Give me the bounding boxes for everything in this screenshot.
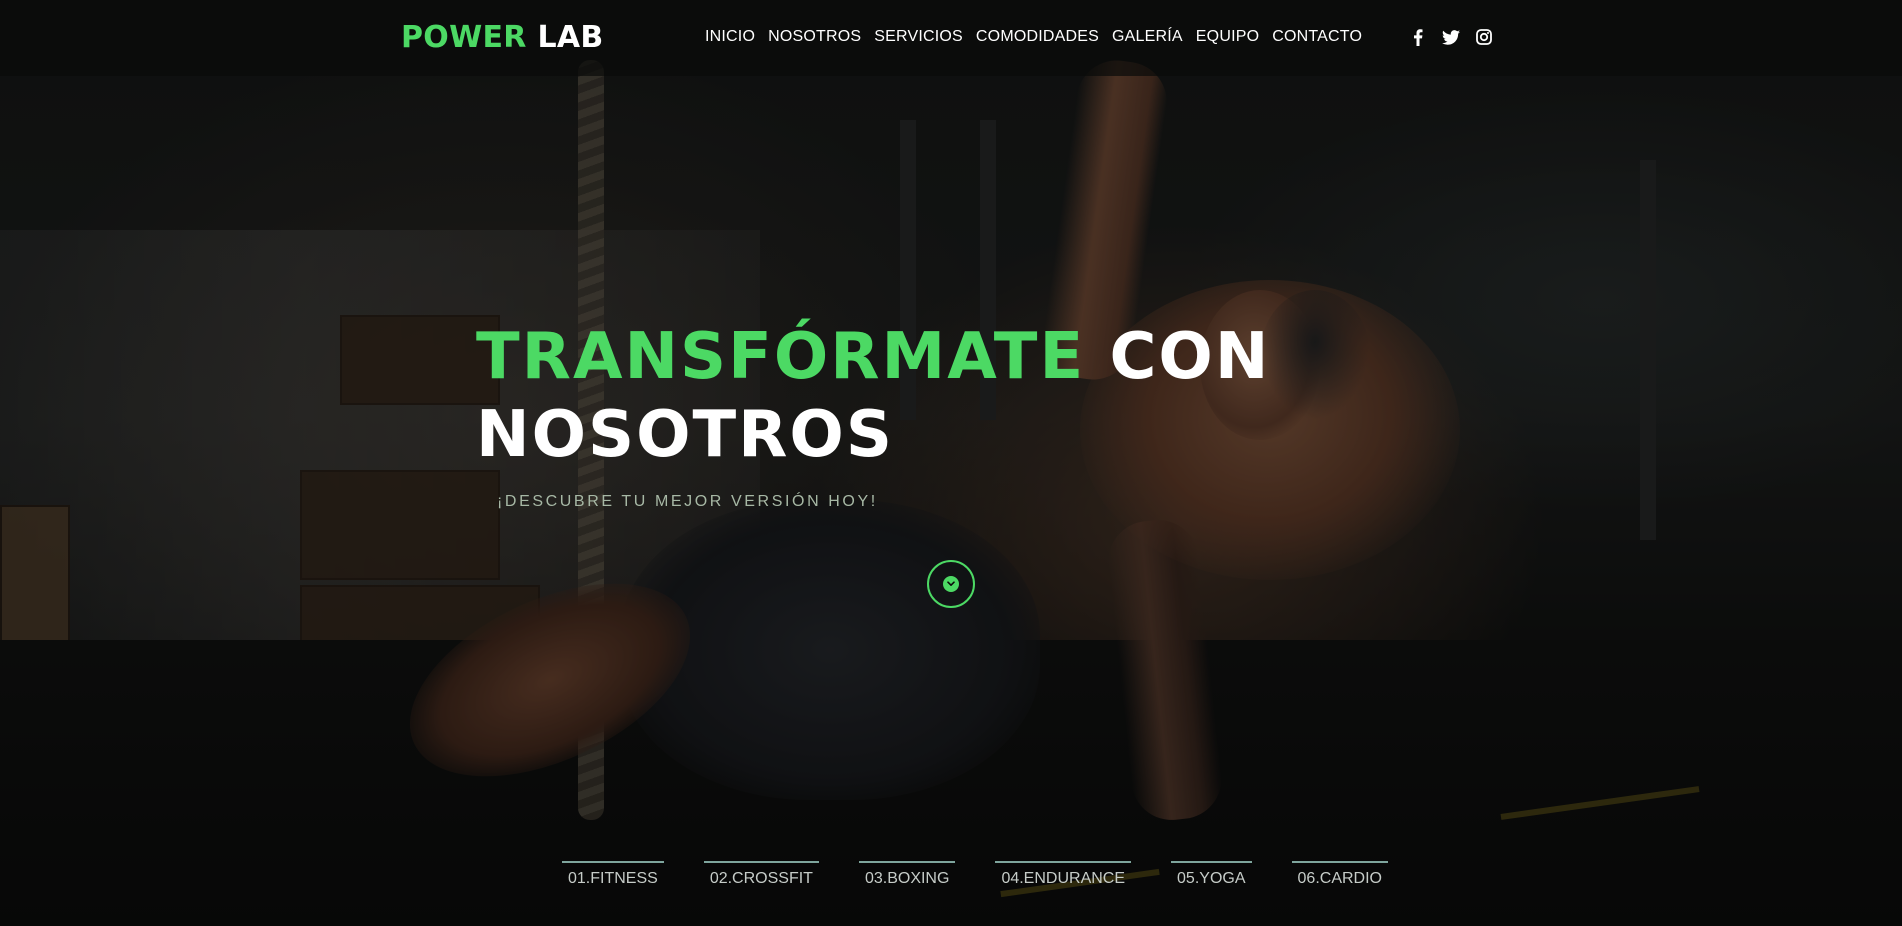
scroll-down-button[interactable]	[927, 560, 975, 608]
twitter-icon[interactable]	[1442, 27, 1460, 47]
nav-item-galeria[interactable]: GALERÍA	[1112, 28, 1183, 46]
nav-item-comodidades[interactable]: COMODIDADES	[976, 28, 1099, 46]
nav-item-equipo[interactable]: EQUIPO	[1196, 28, 1259, 46]
nav-item-inicio[interactable]: INICIO	[705, 28, 755, 46]
headline-con: CON	[1109, 320, 1271, 394]
instagram-icon[interactable]	[1475, 27, 1493, 47]
hero-subtitle: ¡DESCUBRE TU MEJOR VERSIÓN HOY!	[497, 493, 878, 510]
tab-endurance[interactable]: 04.ENDURANCE	[995, 861, 1132, 888]
brand-logo[interactable]: POWER LAB	[401, 20, 604, 55]
tab-yoga[interactable]: 05.YOGA	[1171, 861, 1252, 888]
brand-logo-power: POWER	[401, 20, 527, 55]
social-links	[1409, 27, 1493, 47]
tab-crossfit[interactable]: 02.CROSSFIT	[703, 861, 819, 888]
brand-logo-lab: LAB	[537, 20, 604, 55]
nav-item-nosotros[interactable]: NOSOTROS	[768, 28, 861, 46]
tab-cardio[interactable]: 06.CARDIO	[1291, 861, 1388, 888]
headline-nosotros: NOSOTROS	[476, 398, 894, 472]
headline-highlight: TRANSFÓRMATE	[476, 320, 1086, 394]
category-tabs: 01.FITNESS 02.CROSSFIT 03.BOXING 04.ENDU…	[562, 861, 1388, 888]
nav-item-servicios[interactable]: SERVICIOS	[874, 28, 963, 46]
tab-boxing[interactable]: 03.BOXING	[858, 861, 956, 888]
hero-headline: TRANSFÓRMATE CON NOSOTROS	[476, 318, 1270, 474]
site-header: POWER LAB INICIO NOSOTROS SERVICIOS COMO…	[0, 0, 1902, 76]
tab-fitness[interactable]: 01.FITNESS	[562, 861, 664, 888]
facebook-icon[interactable]	[1409, 27, 1427, 47]
nav-item-contacto[interactable]: CONTACTO	[1272, 28, 1362, 46]
main-nav: INICIO NOSOTROS SERVICIOS COMODIDADES GA…	[705, 28, 1362, 46]
chevron-down-icon	[943, 576, 959, 592]
